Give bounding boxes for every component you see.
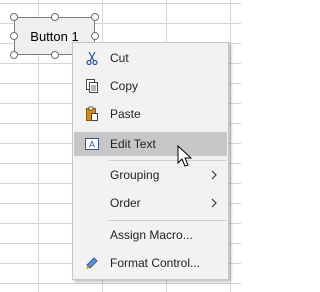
menu-item-label: Paste — [110, 107, 141, 121]
menu-item-label: Cut — [110, 51, 129, 65]
menu-item-label: Order — [110, 196, 141, 210]
menu-item-edit-text[interactable]: A Edit Text — [74, 132, 227, 156]
menu-item-cut[interactable]: Cut — [74, 46, 227, 70]
menu-item-order[interactable]: Order — [74, 191, 227, 215]
menu-item-label: Assign Macro... — [110, 228, 193, 242]
menu-item-paste[interactable]: Paste — [74, 102, 227, 126]
menu-item-label: Copy — [110, 79, 139, 93]
resize-handle-top-right[interactable] — [91, 13, 99, 21]
menu-separator — [109, 220, 226, 221]
menu-item-label: Grouping — [110, 168, 160, 182]
context-menu: Cut Copy Paste A Edit Text Grouping Orde… — [72, 42, 229, 280]
resize-handle-bottom-middle[interactable] — [51, 51, 59, 59]
chevron-right-icon — [209, 169, 219, 181]
edit-text-icon: A — [84, 136, 100, 152]
menu-item-format-control[interactable]: Format Control... — [74, 251, 227, 275]
menu-item-copy[interactable]: Copy — [74, 74, 227, 98]
menu-item-label: Edit Text — [110, 137, 156, 151]
chevron-right-icon — [209, 197, 219, 209]
resize-handle-middle-left[interactable] — [10, 32, 18, 40]
menu-item-grouping[interactable]: Grouping — [74, 163, 227, 187]
resize-handle-middle-right[interactable] — [91, 32, 99, 40]
svg-text:A: A — [89, 140, 95, 150]
menu-item-label: Format Control... — [110, 256, 201, 270]
paste-icon — [84, 106, 100, 122]
scissors-icon — [84, 50, 100, 66]
resize-handle-top-left[interactable] — [10, 13, 18, 21]
resize-handle-top-middle[interactable] — [51, 13, 59, 21]
format-control-icon — [84, 255, 100, 271]
menu-item-assign-macro[interactable]: Assign Macro... — [74, 223, 227, 247]
menu-separator — [109, 160, 226, 161]
copy-icon — [84, 78, 100, 94]
resize-handle-bottom-left[interactable] — [10, 51, 18, 59]
